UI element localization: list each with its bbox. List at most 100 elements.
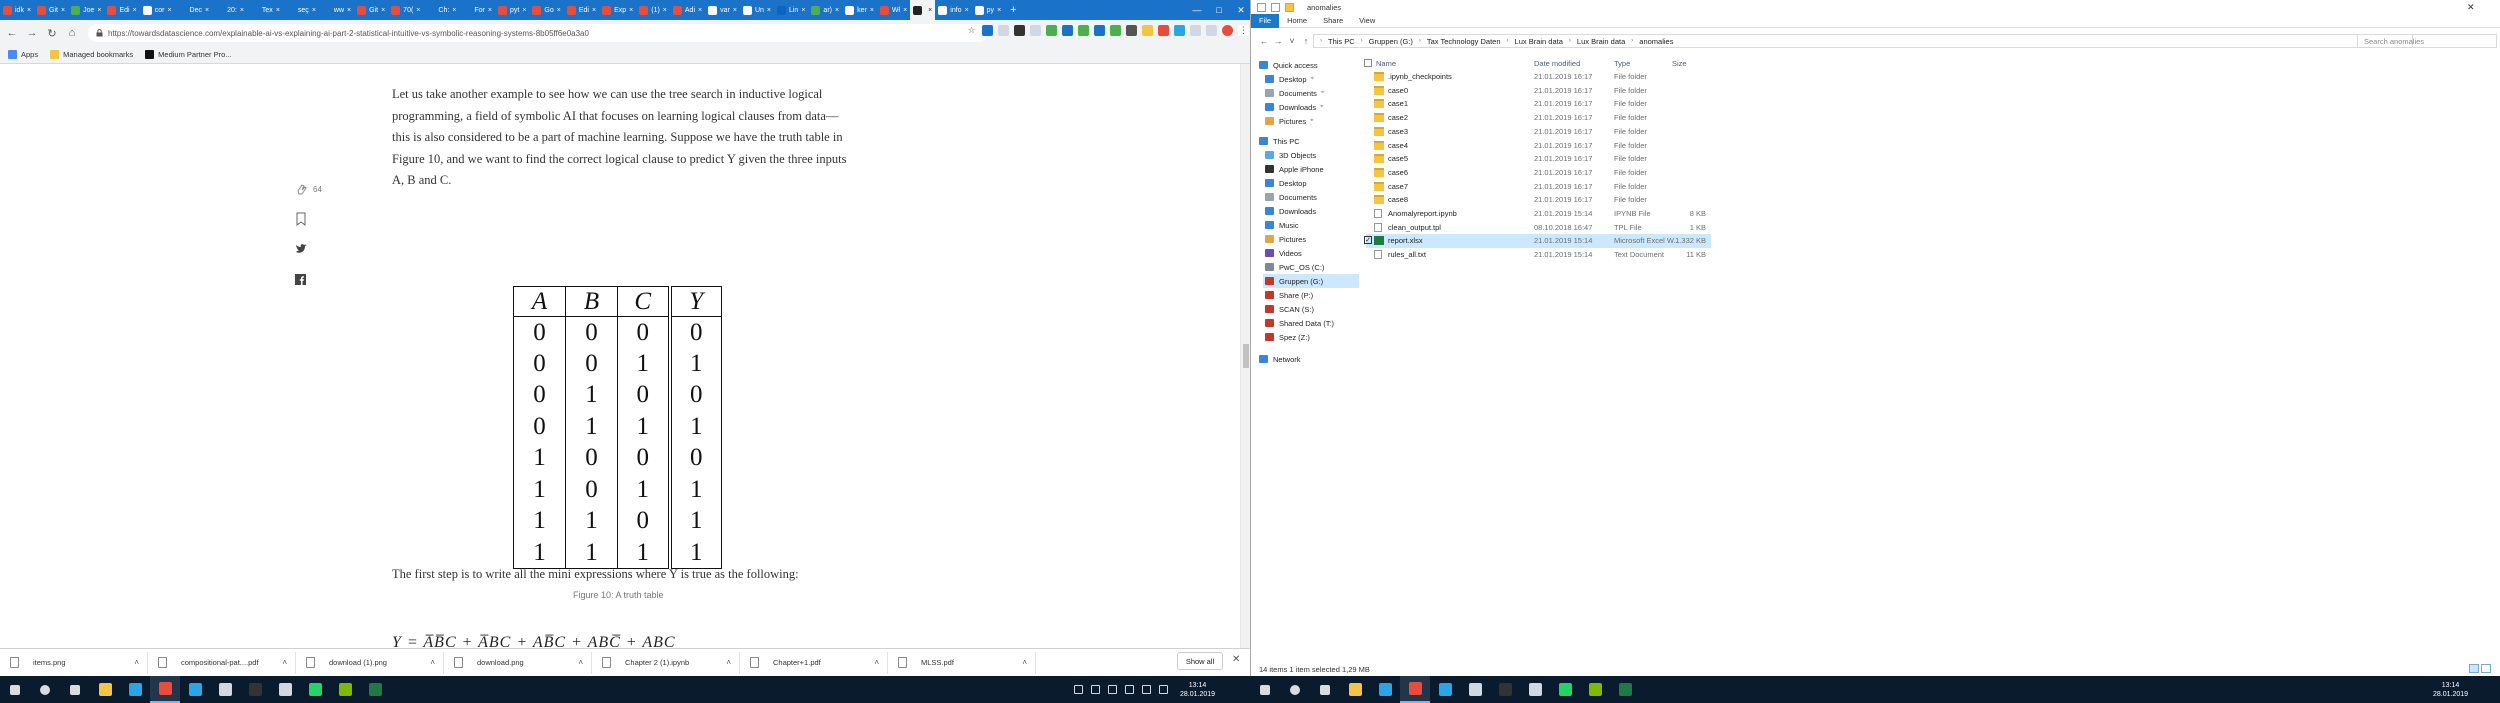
row-checkbox[interactable]: ✓ bbox=[1364, 236, 1372, 245]
extension-icon[interactable] bbox=[1046, 25, 1057, 36]
nav-item[interactable]: Spez (Z:) bbox=[1263, 330, 1359, 344]
browser-tab[interactable]: Un × bbox=[740, 0, 774, 20]
download-item[interactable]: Chapter 2 (1).ipynb ˄ bbox=[592, 651, 740, 674]
tab-close-icon[interactable]: × bbox=[870, 7, 874, 14]
nav-item[interactable]: Pictures bbox=[1263, 232, 1359, 246]
chevron-up-icon[interactable]: ˄ bbox=[726, 658, 731, 667]
tab-close-icon[interactable]: × bbox=[629, 7, 633, 14]
browser-tab[interactable]: py × bbox=[972, 0, 1005, 20]
minimize-button[interactable]: — bbox=[1186, 0, 1208, 20]
facebook-share-button[interactable] bbox=[295, 264, 325, 294]
ribbon-tab[interactable]: Share bbox=[1315, 14, 1351, 28]
browser-tab[interactable]: Wł × bbox=[877, 0, 910, 20]
tab-close-icon[interactable]: × bbox=[27, 7, 31, 14]
tab-close-icon[interactable]: × bbox=[997, 7, 1001, 14]
tab-close-icon[interactable]: × bbox=[592, 7, 596, 14]
back-button[interactable]: ← bbox=[4, 25, 20, 41]
browser-tab[interactable]: Exp × bbox=[599, 0, 636, 20]
show-all-downloads-button[interactable]: Show all bbox=[1177, 652, 1223, 670]
extension-icon[interactable] bbox=[1014, 25, 1025, 36]
new-folder-icon[interactable] bbox=[1285, 2, 1294, 12]
tab-close-icon[interactable]: × bbox=[928, 7, 932, 14]
tab-close-icon[interactable]: × bbox=[801, 7, 805, 14]
app2-icon[interactable] bbox=[330, 676, 360, 703]
app-icon[interactable] bbox=[270, 676, 300, 703]
breadcrumb-chevron-icon[interactable]: › bbox=[1569, 38, 1571, 44]
back-icon[interactable]: ← bbox=[1257, 36, 1271, 46]
nav-item[interactable]: Shared Data (T:) bbox=[1263, 316, 1359, 330]
terminal-icon[interactable] bbox=[1490, 676, 1520, 703]
chevron-up-icon[interactable]: ˄ bbox=[1022, 658, 1027, 667]
excel-icon[interactable] bbox=[1610, 676, 1640, 703]
browser-tab[interactable]: × bbox=[910, 0, 936, 20]
browser-tab[interactable]: seç × bbox=[283, 0, 319, 20]
tab-close-icon[interactable]: × bbox=[488, 7, 492, 14]
breadcrumb-chevron-icon[interactable]: › bbox=[1361, 38, 1363, 44]
quick-access-toolbar-icon[interactable] bbox=[1257, 2, 1266, 12]
download-item[interactable]: items.png ˄ bbox=[0, 651, 148, 674]
app-icon[interactable] bbox=[1520, 676, 1550, 703]
tab-close-icon[interactable]: × bbox=[276, 7, 280, 14]
extension-icon[interactable] bbox=[982, 25, 993, 36]
breadcrumb-chevron-icon[interactable]: › bbox=[1507, 38, 1509, 44]
breadcrumb-item[interactable]: anomalies bbox=[1639, 37, 1673, 46]
download-item[interactable]: download (1).png ˄ bbox=[296, 651, 444, 674]
file-row[interactable]: case5 21.01.2019 16:17 File folder bbox=[1366, 152, 1711, 166]
tab-close-icon[interactable]: × bbox=[205, 7, 209, 14]
chrome-icon[interactable] bbox=[150, 676, 180, 703]
tab-close-icon[interactable]: × bbox=[965, 7, 969, 14]
tab-close-icon[interactable]: × bbox=[733, 7, 737, 14]
browser-tab[interactable]: var × bbox=[705, 0, 740, 20]
extension-icon[interactable] bbox=[1062, 25, 1073, 36]
column-header[interactable]: Date modified bbox=[1534, 59, 1580, 68]
network-icon[interactable] bbox=[1074, 685, 1083, 694]
ribbon-tab[interactable]: Home bbox=[1279, 14, 1315, 28]
browser-tab[interactable]: For × bbox=[459, 0, 495, 20]
column-header[interactable]: Type bbox=[1614, 59, 1630, 68]
chevron-up-icon[interactable]: ˄ bbox=[874, 658, 879, 667]
language-icon[interactable] bbox=[1125, 685, 1134, 694]
nav-item[interactable]: Apple iPhone bbox=[1263, 162, 1359, 176]
properties-icon[interactable] bbox=[1271, 2, 1280, 12]
nav-item[interactable]: SCAN (S:) bbox=[1263, 302, 1359, 316]
breadcrumb-item[interactable]: Gruppen (G:) bbox=[1369, 37, 1413, 46]
nav-item[interactable]: Network bbox=[1257, 352, 1359, 366]
extension-icon[interactable] bbox=[1110, 25, 1121, 36]
browser-tab[interactable]: pyt × bbox=[495, 0, 529, 20]
tab-close-icon[interactable]: × bbox=[767, 7, 771, 14]
nav-item[interactable]: Gruppen (G:) bbox=[1263, 274, 1359, 288]
up-icon[interactable]: ↑ bbox=[1299, 36, 1313, 46]
extension-icon[interactable] bbox=[1030, 25, 1041, 36]
extension-icon[interactable] bbox=[1078, 25, 1089, 36]
chevron-up-icon[interactable]: ˄ bbox=[282, 658, 287, 667]
tab-close-icon[interactable]: × bbox=[416, 7, 420, 14]
profile-avatar[interactable] bbox=[1222, 25, 1233, 36]
breadcrumb-chevron-icon[interactable]: › bbox=[1419, 38, 1421, 44]
reload-button[interactable]: ↻ bbox=[44, 25, 60, 41]
new-tab-button[interactable]: + bbox=[1004, 4, 1022, 16]
browser-icon[interactable] bbox=[1460, 676, 1490, 703]
extension-icon[interactable] bbox=[1174, 25, 1185, 36]
file-row[interactable]: ✓ report.xlsx 21.01.2019 15:14 Microsoft Ex… bbox=[1364, 234, 1711, 249]
forward-icon[interactable]: → bbox=[1271, 36, 1285, 46]
home-button[interactable]: ⌂ bbox=[64, 25, 80, 41]
edge-icon[interactable] bbox=[1430, 676, 1460, 703]
browser-icon[interactable] bbox=[210, 676, 240, 703]
volume-icon[interactable] bbox=[1091, 685, 1100, 694]
download-item[interactable]: MLSS.pdf ˄ bbox=[888, 651, 1036, 674]
close-button[interactable]: ✕ bbox=[1230, 0, 1252, 20]
page-scrollbar[interactable] bbox=[1240, 64, 1250, 648]
tab-close-icon[interactable]: × bbox=[347, 7, 351, 14]
nav-item[interactable]: PwC_OS (C:) bbox=[1263, 260, 1359, 274]
excel-icon[interactable] bbox=[360, 676, 390, 703]
tab-close-icon[interactable]: × bbox=[61, 7, 65, 14]
extension-icon[interactable] bbox=[1126, 25, 1137, 36]
nav-item[interactable]: Desktop ⌖ bbox=[1263, 72, 1359, 86]
extension-icon[interactable] bbox=[1158, 25, 1169, 36]
download-item[interactable]: download.png ˄ bbox=[444, 651, 592, 674]
forward-button[interactable]: → bbox=[24, 25, 40, 41]
browser-tab[interactable]: info × bbox=[935, 0, 971, 20]
file-row[interactable]: case7 21.01.2019 16:17 File folder bbox=[1366, 180, 1711, 194]
browser-tab[interactable]: ww × bbox=[319, 0, 354, 20]
ie-icon[interactable] bbox=[120, 676, 150, 703]
